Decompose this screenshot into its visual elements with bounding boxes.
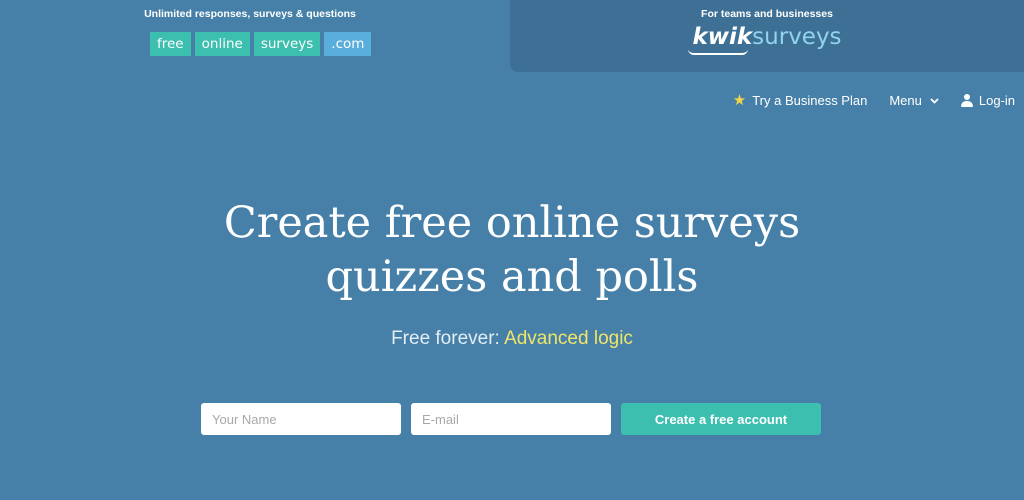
subtitle-prefix: Free forever: [391,328,505,349]
logo-swoosh [688,49,749,55]
nav-login-label: Log-in [978,93,1015,108]
header-left: Unlimited responses, surveys & questions… [144,8,372,56]
logo-part-online: online [194,32,250,56]
right-tagline: For teams and businesses [701,8,833,20]
subtitle-accent[interactable]: Advanced logic [504,328,633,349]
logo-surveys: surveys [752,24,842,50]
name-input[interactable] [201,403,401,435]
signup-form: Create a free account [201,403,821,435]
logo-kwik: kwik [692,24,753,50]
logo-part-free: free [150,32,191,56]
hero-title: Create free online surveys quizzes and p… [0,196,1024,304]
kwiksurveys-logo[interactable]: kwiksurveys [688,24,842,55]
top-nav: ★ Try a Business Plan Menu Log-in [733,93,1015,108]
nav-business-plan-label: Try a Business Plan [752,93,868,108]
freeonlinesurveys-logo[interactable]: free online surveys .com [150,32,372,56]
nav-menu[interactable]: Menu [889,93,939,108]
hero: Create free online surveys quizzes and p… [0,196,1024,304]
left-tagline: Unlimited responses, surveys & questions [144,8,356,20]
email-input[interactable] [411,403,611,435]
hero-subtitle: Free forever: Advanced logic [0,328,1024,350]
nav-login[interactable]: Log-in [960,93,1015,108]
hero-title-line1: Create free online surveys [223,198,801,248]
nav-business-plan[interactable]: ★ Try a Business Plan [733,93,868,108]
user-icon [960,94,973,107]
nav-menu-label: Menu [889,93,922,108]
create-account-button[interactable]: Create a free account [621,403,821,435]
logo-part-surveys: surveys [253,32,321,56]
hero-title-line2: quizzes and polls [325,252,699,302]
logo-part-com: .com [324,32,372,56]
chevron-down-icon [930,96,939,106]
star-icon: ★ [732,92,747,109]
header-right-panel: For teams and businesses kwiksurveys [510,0,1024,72]
